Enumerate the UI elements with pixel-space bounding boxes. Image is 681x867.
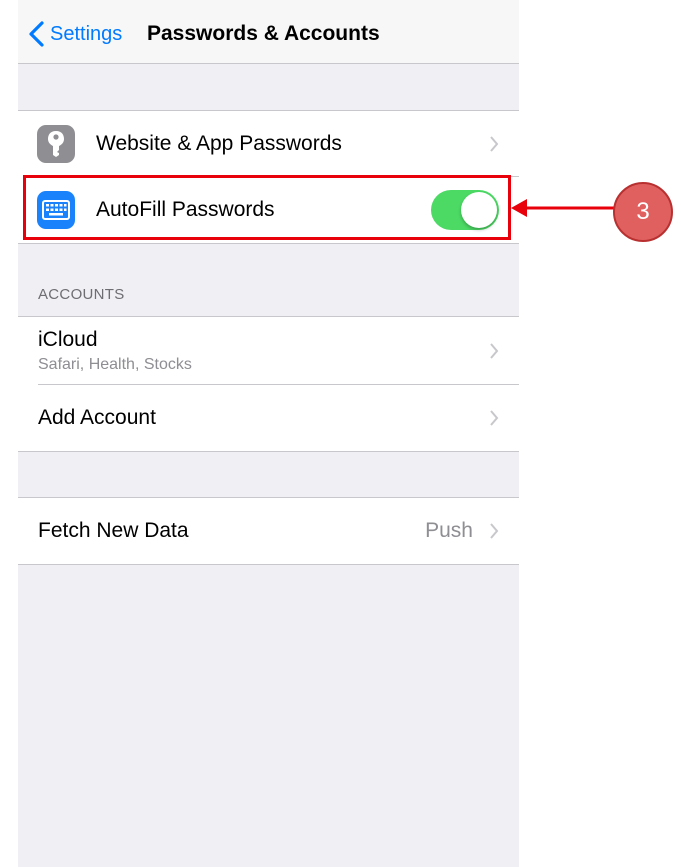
fetch-group: Fetch New Data Push (18, 497, 519, 565)
chevron-right-icon (490, 343, 499, 359)
page-title: Passwords & Accounts (147, 22, 380, 45)
row-label: iCloud (38, 328, 98, 351)
settings-screen: Settings Passwords & Accounts Website & … (18, 0, 519, 867)
highlight-box (23, 175, 511, 240)
row-subtitle: Safari, Health, Stocks (38, 356, 192, 373)
section-header-accounts: ACCOUNTS (38, 286, 125, 303)
icloud-text: iCloud Safari, Health, Stocks (38, 328, 192, 374)
fetch-new-data-row[interactable]: Fetch New Data Push (18, 498, 519, 564)
icloud-row[interactable]: iCloud Safari, Health, Stocks (18, 317, 519, 385)
navigation-bar: Settings Passwords & Accounts (18, 0, 519, 64)
chevron-right-icon (490, 410, 499, 426)
row-label: Add Account (38, 406, 156, 429)
chevron-right-icon (490, 523, 499, 539)
website-app-passwords-row[interactable]: Website & App Passwords (18, 111, 519, 177)
chevron-left-icon (29, 21, 44, 47)
back-button[interactable]: Settings (28, 20, 122, 48)
key-icon (37, 125, 75, 163)
annotation-arrow (511, 199, 615, 217)
back-button-label: Settings (50, 22, 123, 45)
add-account-row[interactable]: Add Account (18, 385, 519, 451)
row-label: Fetch New Data (38, 519, 189, 542)
row-detail-value: Push (425, 519, 473, 542)
chevron-right-icon (490, 136, 499, 152)
accounts-group: iCloud Safari, Health, Stocks Add Accoun… (18, 316, 519, 452)
step-badge: 3 (613, 182, 673, 242)
row-label: Website & App Passwords (96, 132, 342, 155)
